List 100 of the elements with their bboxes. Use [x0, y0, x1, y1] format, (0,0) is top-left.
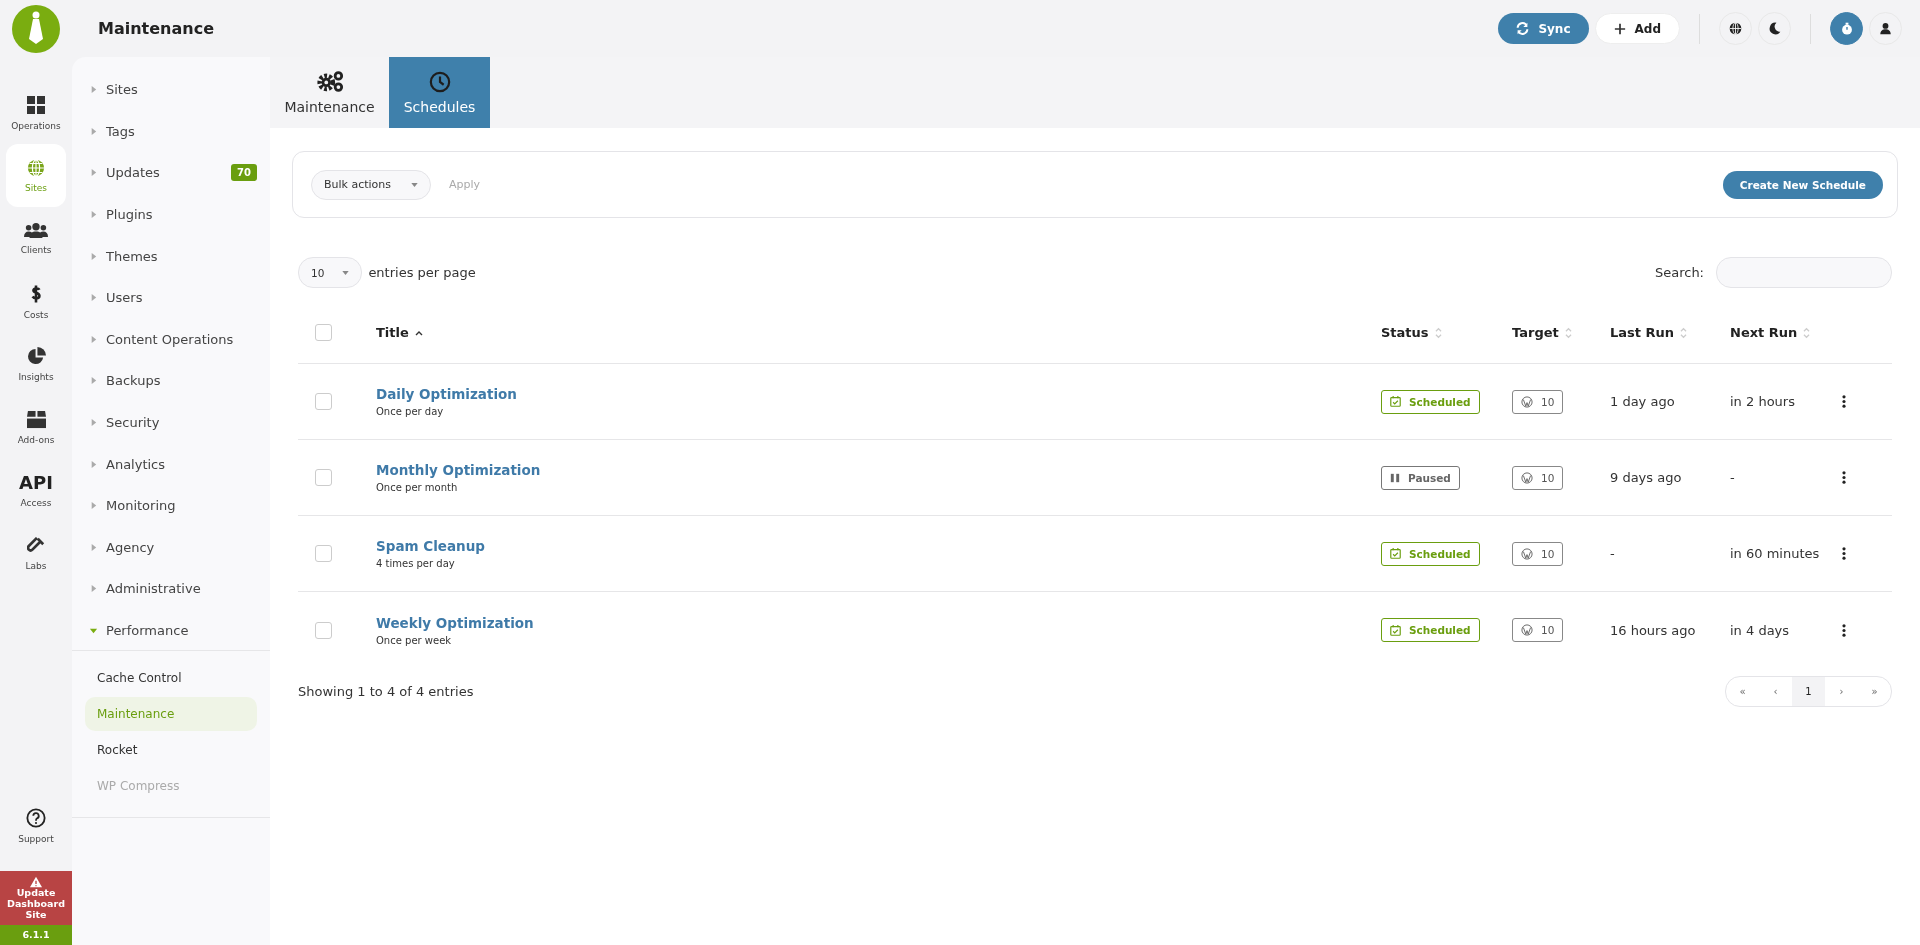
kebab-menu-icon[interactable]: [1840, 621, 1848, 639]
column-header[interactable]: Next Run: [1730, 325, 1798, 340]
schedule-title-link[interactable]: Daily Optimization: [376, 386, 517, 402]
sidebar-item[interactable]: Themes: [72, 235, 270, 277]
caret-icon: [89, 251, 98, 261]
version-label: 6.1.1: [0, 925, 72, 945]
api-label: API: [19, 473, 53, 492]
page-size-label: entries per page: [368, 265, 476, 280]
kebab-menu-icon[interactable]: [1840, 545, 1848, 562]
schedule-title-link[interactable]: Monthly Optimization: [376, 462, 541, 478]
refresh-icon: [1516, 22, 1530, 35]
rail-item[interactable]: Costs: [6, 270, 66, 333]
page-button[interactable]: «: [1726, 677, 1759, 706]
sidebar-item[interactable]: Users: [72, 276, 270, 319]
target-badge: 10: [1512, 389, 1564, 414]
create-schedule-button[interactable]: Create New Schedule: [1722, 170, 1883, 199]
bulk-actions-dropdown[interactable]: Bulk actions: [311, 169, 432, 200]
rail-item[interactable]: Add-ons: [6, 396, 66, 459]
caret-icon: [89, 210, 98, 220]
sidebar-item[interactable]: Backups: [72, 360, 270, 402]
page-button[interactable]: ›: [1825, 677, 1858, 706]
update-notice[interactable]: Update Dashboard Site: [0, 871, 72, 925]
sidebar-item[interactable]: Analytics: [72, 443, 270, 485]
caret-icon: [342, 270, 350, 275]
sidebar-item[interactable]: Content Operations: [72, 318, 270, 361]
rail-item[interactable]: Operations: [6, 81, 66, 144]
schedule-title-link[interactable]: Weekly Optimization: [376, 614, 534, 631]
sidebar-item[interactable]: Sites: [72, 69, 270, 111]
page-button[interactable]: »: [1858, 677, 1891, 706]
caret-icon: [89, 584, 98, 594]
status-badge: Scheduled: [1381, 541, 1480, 566]
table-cell: 16 hours ago: [1610, 622, 1696, 638]
page-button[interactable]: 1: [1792, 677, 1825, 706]
schedule-title-link[interactable]: Spam Cleanup: [376, 538, 485, 554]
rail-item[interactable]: Clients: [6, 207, 66, 270]
sidebar-item[interactable]: Security: [72, 401, 270, 444]
user-icon[interactable]: [1869, 12, 1902, 45]
rail-item[interactable]: Insights: [6, 333, 66, 396]
sidebar-item[interactable]: Administrative: [72, 568, 270, 610]
table-cell: 1 day ago: [1610, 394, 1675, 409]
page-size-dropdown[interactable]: 10: [298, 257, 363, 288]
sidebar-item[interactable]: Plugins: [72, 193, 270, 236]
caret-icon: [89, 126, 98, 136]
frequency-text: Once per week: [376, 634, 452, 646]
wordpress-icon: [1521, 395, 1533, 408]
moon-icon[interactable]: [1758, 12, 1791, 45]
table-cell: in 60 minutes: [1730, 546, 1820, 561]
column-header[interactable]: Last Run: [1610, 325, 1675, 340]
tab[interactable]: Schedules: [389, 57, 490, 128]
tab[interactable]: Maintenance: [270, 57, 389, 128]
caret-icon: [411, 182, 419, 187]
calendar-check-icon: [1390, 396, 1401, 407]
caret-icon: [89, 459, 98, 469]
checkbox[interactable]: [315, 545, 332, 562]
table-cell: in 2 hours: [1730, 394, 1795, 409]
frequency-text: 4 times per day: [376, 558, 455, 569]
add-button[interactable]: Add: [1594, 13, 1680, 44]
globe-icon[interactable]: [1719, 12, 1752, 45]
question-icon: [26, 807, 46, 828]
checkbox[interactable]: [315, 621, 332, 639]
pause-icon: [1390, 472, 1400, 483]
support-link[interactable]: Support: [6, 794, 66, 858]
search-field[interactable]: [1716, 257, 1892, 288]
clock-icon: [428, 70, 451, 93]
sidebar-subitem[interactable]: Cache Control: [85, 661, 257, 696]
sidebar-item[interactable]: Tags: [72, 110, 270, 153]
sidebar-subitem[interactable]: Rocket: [85, 733, 257, 768]
table-cell: -: [1610, 546, 1615, 561]
checkbox[interactable]: [315, 324, 332, 341]
table-cell: 9 days ago: [1610, 470, 1682, 485]
checkbox[interactable]: [315, 469, 332, 486]
rail-item[interactable]: Labs: [6, 522, 66, 585]
caret-icon: [89, 334, 98, 344]
stopwatch-icon[interactable]: [1830, 12, 1863, 45]
column-header[interactable]: Title: [376, 325, 409, 340]
table-cell: in 4 days: [1730, 622, 1790, 638]
pie-chart-icon: [26, 347, 46, 366]
page-button[interactable]: ‹: [1759, 677, 1792, 706]
kebab-menu-icon[interactable]: [1840, 469, 1848, 486]
kebab-menu-icon[interactable]: [1840, 393, 1848, 410]
column-header[interactable]: Target: [1512, 325, 1559, 340]
checkbox[interactable]: [315, 393, 332, 410]
sidebar-item[interactable]: Monitoring: [72, 484, 270, 527]
sidebar-item[interactable]: Updates 70: [72, 152, 270, 194]
sidebar-item[interactable]: Agency: [72, 526, 270, 569]
warning-icon: [29, 876, 43, 889]
box-icon: [25, 410, 47, 429]
entries-info: Showing 1 to 4 of 4 entries: [298, 684, 474, 699]
rail-item[interactable]: API Access: [6, 459, 66, 522]
status-badge: Scheduled: [1381, 389, 1480, 414]
sync-button[interactable]: Sync: [1498, 13, 1589, 44]
target-badge: 10: [1512, 465, 1564, 490]
globe-icon: [27, 158, 45, 177]
target-badge: 10: [1512, 618, 1564, 642]
gears-icon: [315, 70, 344, 93]
wordpress-icon: [1521, 547, 1533, 560]
column-header[interactable]: Status: [1381, 325, 1429, 340]
caret-icon: [89, 85, 98, 95]
caret-icon: [89, 168, 98, 178]
caret-icon: [89, 418, 98, 428]
